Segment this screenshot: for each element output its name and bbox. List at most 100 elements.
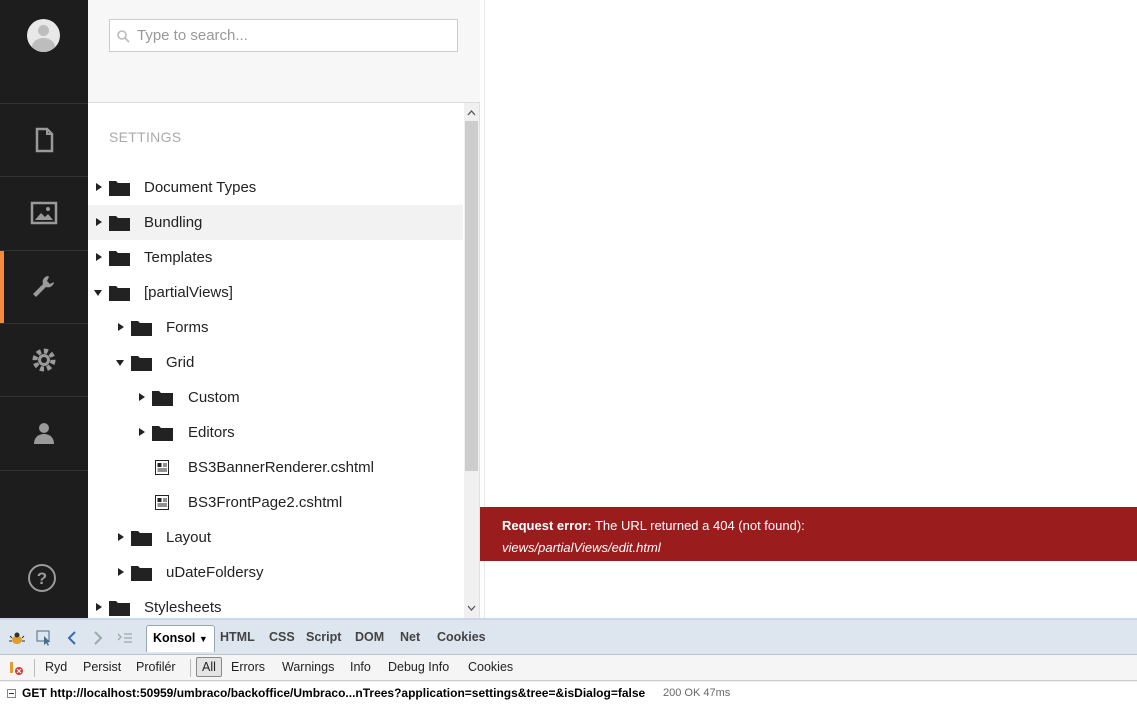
tree-item-document-types[interactable]: Document Types: [88, 170, 463, 205]
tree-item-label: [partialViews]: [144, 284, 233, 301]
tab-net[interactable]: Net: [400, 630, 420, 644]
media-icon[interactable]: [0, 176, 88, 249]
toolbar-separator: [34, 659, 35, 677]
folder-icon: [109, 181, 130, 196]
folder-icon: [109, 251, 130, 266]
filter-errors-button[interactable]: Errors: [231, 660, 265, 674]
back-icon[interactable]: [64, 630, 80, 646]
tree-item-label: BS3FrontPage2.cshtml: [188, 494, 343, 511]
firebug-icon[interactable]: [9, 630, 25, 646]
error-notification[interactable]: Request error: The URL returned a 404 (n…: [480, 507, 1137, 561]
inspect-icon[interactable]: [36, 630, 52, 646]
folder-icon: [109, 286, 130, 301]
tree-item-layout[interactable]: Layout: [88, 520, 463, 555]
search-box[interactable]: [109, 19, 458, 52]
search-input[interactable]: [137, 20, 452, 51]
tab-css[interactable]: CSS: [269, 630, 295, 644]
tree-panel: SETTINGS Document Types Bundling Templat…: [88, 0, 480, 618]
expand-arrow-icon[interactable]: [117, 533, 125, 541]
firebug-toolbar: Ryd Persist Profilér All Errors Warnings…: [0, 655, 1137, 681]
users-icon[interactable]: [0, 396, 88, 469]
folder-icon: [152, 426, 173, 441]
filter-cookies-button[interactable]: Cookies: [468, 660, 513, 674]
tree-item-label: uDateFoldersy: [166, 564, 264, 581]
collapse-arrow-icon[interactable]: [116, 359, 124, 367]
profile-button[interactable]: Profilér: [136, 660, 176, 674]
expand-arrow-icon[interactable]: [117, 323, 125, 331]
scrollbar-thumb[interactable]: [465, 121, 478, 471]
nav-divider: [0, 470, 88, 471]
console-menu-icon[interactable]: [9, 660, 25, 676]
error-prefix: Request error:: [502, 518, 592, 533]
filter-debug-info-button[interactable]: Debug Info: [388, 660, 449, 674]
tree-item-partialviews[interactable]: [partialViews]: [88, 275, 463, 310]
tree-item-label: BS3BannerRenderer.cshtml: [188, 459, 374, 476]
section-title: SETTINGS: [109, 129, 182, 145]
firebug-panel: Konsol ▼ HTML CSS Script DOM Net Cookies…: [0, 618, 1137, 709]
tab-konsol[interactable]: Konsol ▼: [146, 625, 215, 652]
tab-script[interactable]: Script: [306, 630, 341, 644]
clear-button[interactable]: Ryd: [45, 660, 67, 674]
filter-info-button[interactable]: Info: [350, 660, 371, 674]
expand-arrow-icon[interactable]: [95, 218, 103, 226]
error-path: views/partialViews/edit.html: [502, 540, 661, 555]
user-avatar[interactable]: [27, 19, 60, 52]
filter-all-button[interactable]: All: [196, 657, 222, 677]
tree-item-label: Grid: [166, 354, 195, 371]
request-url[interactable]: GET http://localhost:50959/umbraco/backo…: [22, 686, 645, 700]
content-icon[interactable]: [0, 103, 88, 176]
expand-arrow-icon[interactable]: [138, 393, 146, 401]
tree-item-bundling[interactable]: Bundling: [88, 205, 463, 240]
persist-button[interactable]: Persist: [83, 660, 121, 674]
firebug-tabbar: Konsol ▼ HTML CSS Script DOM Net Cookies: [0, 620, 1137, 655]
request-status: 200 OK 47ms: [663, 687, 731, 699]
filter-warnings-button[interactable]: Warnings: [282, 660, 334, 674]
settings-tree: Document Types Bundling Templates [parti…: [88, 170, 463, 625]
console-log-row[interactable]: GET http://localhost:50959/umbraco/backo…: [0, 682, 1137, 709]
expand-arrow-icon[interactable]: [138, 428, 146, 436]
folder-icon: [152, 391, 173, 406]
scroll-down-icon[interactable]: [467, 604, 476, 613]
tree-item-templates[interactable]: Templates: [88, 240, 463, 275]
tree-item-label: Bundling: [144, 214, 203, 231]
tree-item-bs3bannerrenderer[interactable]: BS3BannerRenderer.cshtml: [88, 450, 463, 485]
file-icon: [155, 460, 169, 475]
tree-item-label: Custom: [188, 389, 240, 406]
step-icon[interactable]: [117, 630, 133, 646]
tree-scrollbar[interactable]: [464, 103, 479, 618]
folder-icon: [131, 531, 152, 546]
tree-item-udatefoldersy[interactable]: uDateFoldersy: [88, 555, 463, 590]
help-icon[interactable]: ?: [27, 563, 57, 593]
forward-icon[interactable]: [90, 630, 106, 646]
tab-dom[interactable]: DOM: [355, 630, 384, 644]
tab-label: Konsol: [153, 631, 196, 645]
search-area: [88, 0, 480, 103]
collapse-arrow-icon[interactable]: [94, 289, 102, 297]
error-message: The URL returned a 404 (not found):: [594, 518, 805, 533]
search-icon: [117, 30, 130, 43]
expand-arrow-icon[interactable]: [95, 253, 103, 261]
tree-item-label: Templates: [144, 249, 213, 266]
developer-icon[interactable]: [0, 250, 88, 323]
tree-item-forms[interactable]: Forms: [88, 310, 463, 345]
tree-item-editors[interactable]: Editors: [88, 415, 463, 450]
tab-html[interactable]: HTML: [220, 630, 255, 644]
settings-icon[interactable]: [0, 323, 88, 396]
tab-cookies[interactable]: Cookies: [437, 630, 486, 644]
tree-item-label: Editors: [188, 424, 235, 441]
folder-icon: [109, 216, 130, 231]
collapse-icon[interactable]: [7, 689, 16, 698]
folder-icon: [131, 321, 152, 336]
scroll-up-icon[interactable]: [467, 108, 476, 117]
tree-item-grid[interactable]: Grid: [88, 345, 463, 380]
tree-item-bs3frontpage2[interactable]: BS3FrontPage2.cshtml: [88, 485, 463, 520]
tree-item-custom[interactable]: Custom: [88, 380, 463, 415]
tree-item-label: Document Types: [144, 179, 257, 196]
expand-arrow-icon[interactable]: [95, 183, 103, 191]
expand-arrow-icon[interactable]: [95, 603, 103, 611]
tree-item-label: Layout: [166, 529, 212, 546]
expand-arrow-icon[interactable]: [117, 568, 125, 576]
left-nav: ?: [0, 0, 88, 618]
tree-item-label: Stylesheets: [144, 599, 222, 616]
folder-icon: [109, 601, 130, 616]
